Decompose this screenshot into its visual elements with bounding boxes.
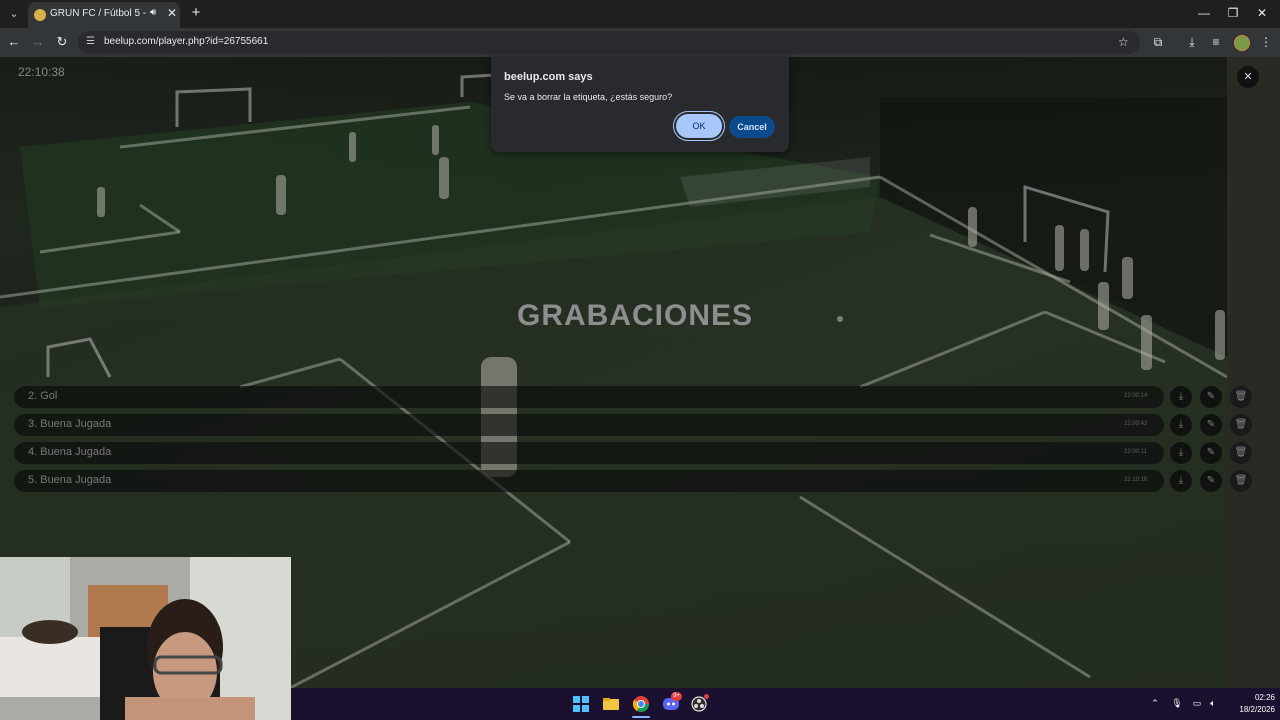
tag-label: 4. Buena Jugada [28, 446, 112, 458]
dialog-message: Se va a borrar la etiqueta, ¿estás segur… [504, 92, 673, 102]
tag-time: 22:10:16 [1124, 477, 1148, 483]
tag-label: 3. Buena Jugada [28, 418, 112, 430]
pencil-icon[interactable]: ✎ [1200, 414, 1222, 436]
audio-icon[interactable]: 🔊︎ [150, 7, 162, 21]
active-app-indicator [632, 716, 650, 718]
download-icon[interactable]: ⤓ [1170, 442, 1192, 464]
back-icon[interactable]: ← [4, 33, 24, 51]
file-explorer-icon[interactable] [603, 696, 619, 712]
player-sidebar [1227, 57, 1280, 688]
display-icon[interactable]: ▭ [1191, 698, 1203, 710]
chevron-up-icon[interactable]: ⌃ [1149, 698, 1161, 710]
menu-icon[interactable]: ⋮ [1258, 34, 1274, 50]
restore-icon[interactable]: ❐ [1222, 4, 1244, 22]
cancel-button[interactable]: Cancel [729, 116, 775, 138]
tab-menu-icon[interactable]: ⌄ [4, 5, 24, 23]
recordings-heading: GRABACIONES [516, 299, 753, 332]
video-timestamp: 22:10:38 [18, 65, 65, 79]
ok-button[interactable]: OK [676, 114, 722, 138]
recording-dot-icon [704, 694, 709, 699]
download-icon[interactable]: ⤓ [1170, 470, 1192, 492]
tag-row[interactable]: 5. Buena Jugada 22:10:16 [14, 470, 1164, 492]
minimize-icon[interactable]: — [1193, 4, 1215, 22]
taskbar: 9+ ⌃ 🎙︎ ▭ 🔈︎ 02:26 18/2/2026 [291, 688, 1280, 720]
close-icon[interactable]: ✕ [1237, 66, 1259, 88]
favicon-icon [34, 9, 46, 21]
dialog-title: beelup.com says [504, 71, 593, 83]
trash-icon[interactable]: 🗑︎ [1230, 442, 1252, 464]
webcam-feed [0, 557, 291, 720]
download-icon[interactable]: ⤓ [1184, 34, 1200, 50]
site-info-icon[interactable]: ☰ [86, 36, 98, 48]
close-icon[interactable]: ✕ [1251, 4, 1273, 22]
tab-title: GRUN FC / Fútbol 5 - Canc [50, 8, 146, 19]
tag-time: 22:00:42 [1124, 421, 1148, 427]
tag-time: 22:00:11 [1124, 449, 1147, 455]
pencil-icon[interactable]: ✎ [1200, 442, 1222, 464]
reload-icon[interactable]: ↻ [52, 33, 72, 51]
notification-badge: 9+ [671, 692, 682, 701]
pencil-icon[interactable]: ✎ [1200, 386, 1222, 408]
tag-row[interactable]: 2. Gol 22:00:14 [14, 386, 1164, 408]
media-icon[interactable]: ≡ [1208, 34, 1224, 50]
close-icon[interactable]: ✕ [166, 6, 178, 20]
trash-icon[interactable]: 🗑︎ [1230, 470, 1252, 492]
download-icon[interactable]: ⤓ [1170, 414, 1192, 436]
url-text[interactable]: beelup.com/player.php?id=26755661 [104, 36, 704, 50]
forward-icon[interactable]: → [28, 33, 48, 51]
tab-strip: ⌄ GRUN FC / Fútbol 5 - Canc 🔊︎ ✕ + — ❐ ✕ [0, 0, 1280, 28]
tag-row[interactable]: 4. Buena Jugada 22:00:11 [14, 442, 1164, 464]
alert-dialog: beelup.com says Se va a borrar la etique… [491, 57, 789, 152]
clock-time[interactable]: 02:26 [1245, 693, 1275, 705]
volume-icon[interactable]: 🔈︎ [1207, 698, 1219, 710]
tag-label: 2. Gol [28, 390, 58, 402]
pencil-icon[interactable]: ✎ [1200, 470, 1222, 492]
avatar[interactable] [1234, 35, 1250, 51]
tag-row[interactable]: 3. Buena Jugada 22:00:42 [14, 414, 1164, 436]
clock-date[interactable]: 18/2/2026 [1230, 705, 1275, 717]
star-icon[interactable]: ☆ [1118, 35, 1132, 49]
mic-icon[interactable]: 🎙︎ [1171, 698, 1183, 710]
browser-tab[interactable]: GRUN FC / Fútbol 5 - Canc 🔊︎ ✕ [28, 2, 180, 28]
trash-icon[interactable]: 🗑︎ [1230, 414, 1252, 436]
extensions-icon[interactable]: ⧉ [1150, 34, 1166, 50]
address-bar[interactable]: ☰ beelup.com/player.php?id=26755661 ☆ [78, 31, 1140, 54]
download-icon[interactable]: ⤓ [1170, 386, 1192, 408]
browser-toolbar: ← → ↻ ☰ beelup.com/player.php?id=2675566… [0, 28, 1280, 57]
windows-start-icon[interactable] [573, 696, 589, 712]
plus-icon[interactable]: + [188, 5, 204, 21]
trash-icon[interactable]: 🗑︎ [1230, 386, 1252, 408]
chrome-icon[interactable] [633, 696, 649, 712]
tag-time: 22:00:14 [1124, 393, 1148, 399]
tag-label: 5. Buena Jugada [28, 474, 112, 486]
